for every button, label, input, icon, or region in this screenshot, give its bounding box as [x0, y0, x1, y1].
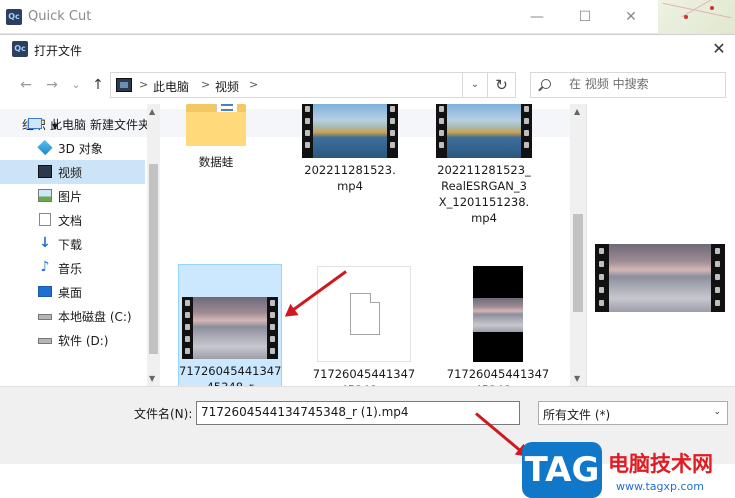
scroll-up-arrow-icon[interactable]: ▲: [574, 107, 580, 116]
nav-item-this-pc[interactable]: 此电脑: [0, 112, 145, 136]
dialog-title: 打开文件: [34, 44, 83, 58]
nav-item-label: 音乐: [58, 262, 83, 276]
file-type-value: 所有文件 (*): [543, 408, 611, 422]
file-name: 202211281523. mp4: [304, 163, 396, 193]
recent-locations-chevron-icon[interactable]: ⌄: [66, 75, 86, 95]
minimize-button[interactable]: —: [522, 6, 552, 28]
close-button[interactable]: ✕: [616, 6, 646, 28]
navigation-pane: 此电脑 3D 对象 视频 图片 文档 ↓ 下载 ♪ 音乐 桌面 本地磁盘 (C:…: [0, 104, 160, 386]
nav-item-label: 桌面: [58, 286, 83, 300]
address-dropdown-chevron-icon[interactable]: ⌄: [462, 72, 488, 98]
video-thumbnail-icon: [436, 104, 532, 158]
nav-item-label: 软件 (D:): [58, 334, 109, 348]
watermark-tag-logo: TAG: [522, 442, 602, 498]
watermark-site-name: 电脑技术网: [608, 452, 713, 476]
video-thumbnail-icon: [473, 266, 523, 362]
file-list-scrollbar[interactable]: ▲ ▼: [570, 104, 586, 386]
refresh-icon[interactable]: ↻: [488, 72, 516, 98]
quick-cut-app-icon: Qc: [12, 41, 28, 57]
download-icon: ↓: [39, 235, 51, 251]
file-item-video-selected[interactable]: 71726045441347 45348_r (1).mp4: [178, 264, 282, 386]
search-input[interactable]: [569, 77, 719, 91]
dialog-titlebar: Qc 打开文件 ✕: [0, 35, 735, 63]
folder-icon: [186, 104, 246, 146]
search-icon: [541, 79, 551, 89]
watermark-url: www.tagxp.com: [616, 480, 704, 493]
navigation-bar: ← → ⌄ ↑ > 此电脑 > 视频 > ⌄ ↻: [0, 71, 735, 99]
scroll-down-arrow-icon[interactable]: ▼: [149, 374, 155, 383]
video-icon: [38, 165, 52, 178]
scroll-up-arrow-icon[interactable]: ▲: [149, 107, 155, 116]
nav-item-documents[interactable]: 文档: [0, 208, 145, 232]
drive-icon: [38, 314, 52, 320]
forward-arrow-icon[interactable]: →: [42, 75, 62, 95]
nav-item-label: 3D 对象: [58, 142, 103, 156]
chevron-down-icon: ⌄: [713, 407, 721, 417]
file-item-video[interactable]: 71726045441347 45348_r (1)_out.mp4: [446, 266, 550, 386]
drive-icon: [38, 338, 52, 344]
quick-cut-app-icon: Qc: [6, 9, 22, 25]
file-name: 71726045441347 45348_r (1).mp4: [179, 364, 282, 386]
file-item-folder[interactable]: 数据蛙: [164, 104, 268, 170]
up-arrow-icon[interactable]: ↑: [88, 75, 108, 95]
maximize-button[interactable]: ☐: [570, 6, 600, 28]
filename-field[interactable]: [196, 401, 520, 425]
file-name: 71726045441347 45348_r (1).pbf: [312, 367, 416, 386]
nav-item-downloads[interactable]: ↓ 下载: [0, 232, 145, 256]
documents-icon: [39, 213, 51, 226]
search-box[interactable]: [530, 72, 726, 98]
video-thumbnail-icon: [302, 104, 398, 158]
video-thumbnail-icon: [182, 297, 278, 359]
nav-item-label: 下载: [58, 238, 83, 252]
nav-item-music[interactable]: ♪ 音乐: [0, 256, 145, 280]
video-preview-thumbnail: [595, 244, 725, 312]
file-name: 202211281523_ RealESRGAN_3 X_1201151238.…: [437, 163, 531, 225]
file-item-video[interactable]: 202211281523. mp4: [298, 104, 402, 194]
nav-item-pictures[interactable]: 图片: [0, 184, 145, 208]
dialog-close-button[interactable]: ✕: [707, 37, 731, 61]
address-bar[interactable]: > 此电脑 > 视频 >: [110, 72, 488, 98]
breadcrumb-separator-icon: >: [139, 78, 149, 91]
scrollbar-thumb[interactable]: [573, 214, 583, 312]
nav-item-label: 此电脑: [50, 118, 87, 132]
nav-item-videos[interactable]: 视频: [0, 160, 145, 184]
watermark: TAG 电脑技术网 www.tagxp.com: [522, 442, 735, 498]
nav-item-3d-objects[interactable]: 3D 对象: [0, 136, 145, 160]
breadcrumb-separator-icon: >: [249, 78, 259, 91]
file-type-select[interactable]: 所有文件 (*) ⌄: [538, 401, 728, 425]
background-window-title: Quick Cut: [28, 9, 92, 24]
computer-icon: [28, 118, 42, 129]
breadcrumb-this-pc[interactable]: 此电脑: [153, 78, 189, 95]
nav-item-label: 视频: [58, 166, 83, 180]
filename-input[interactable]: [201, 405, 501, 419]
3d-objects-icon: [37, 139, 53, 156]
desktop-icon: [38, 286, 52, 297]
music-icon: ♪: [40, 259, 50, 275]
scroll-down-arrow-icon[interactable]: ▼: [574, 374, 580, 383]
background-window-titlebar: Qc Quick Cut — ☐ ✕: [0, 0, 735, 34]
filename-label: 文件名(N):: [134, 407, 193, 421]
file-item-video[interactable]: 202211281523_ RealESRGAN_3 X_1201151238.…: [432, 104, 536, 226]
nav-item-label: 本地磁盘 (C:): [58, 310, 132, 324]
nav-item-drive-d[interactable]: 软件 (D:): [0, 328, 145, 352]
pictures-icon: [38, 189, 52, 202]
nav-item-drive-c[interactable]: 本地磁盘 (C:): [0, 304, 145, 328]
nav-pane-scrollbar[interactable]: ▲ ▼: [147, 104, 160, 386]
nav-item-label: 图片: [58, 190, 83, 204]
background-map-fragment: [658, 0, 735, 34]
file-name: 71726045441347 45348_r (1)_out.mp4: [446, 367, 550, 386]
file-name: 数据蛙: [198, 155, 234, 169]
breadcrumb-separator-icon: >: [201, 78, 211, 91]
nav-item-label: 文档: [58, 214, 83, 228]
nav-item-desktop[interactable]: 桌面: [0, 280, 145, 304]
preview-pane: [586, 104, 735, 386]
breadcrumb-videos[interactable]: 视频: [215, 78, 239, 95]
file-list: 数据蛙 202211281523. mp4 202211281523_ Real…: [162, 104, 586, 386]
scrollbar-thumb[interactable]: [149, 164, 158, 354]
video-folder-icon: [116, 78, 132, 92]
back-arrow-icon[interactable]: ←: [16, 75, 36, 95]
